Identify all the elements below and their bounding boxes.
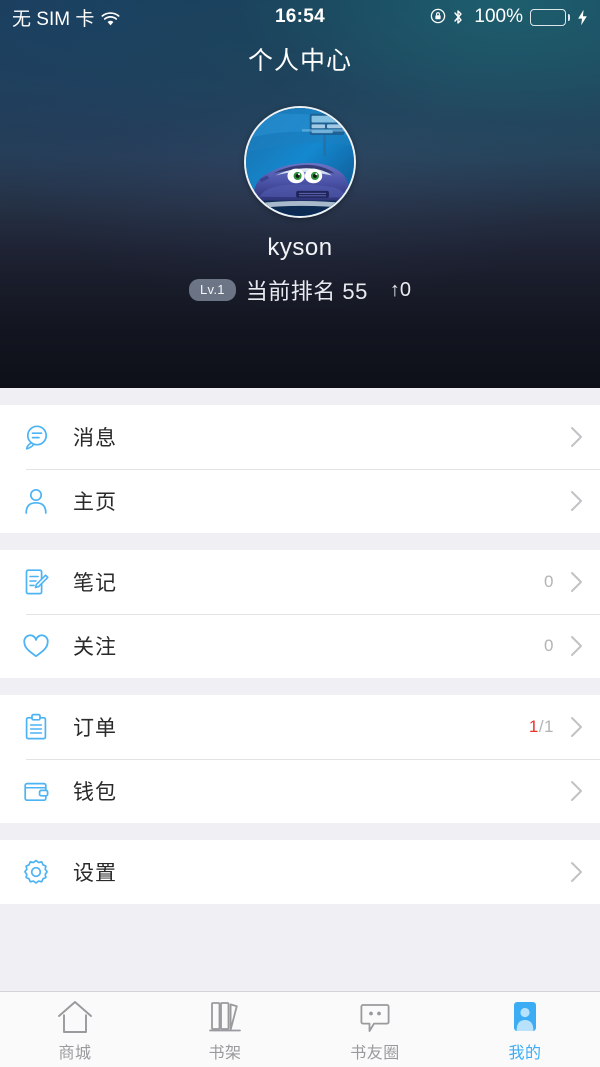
menu-item-homepage[interactable]: 主页 [0, 469, 600, 533]
note-edit-icon [14, 567, 58, 597]
menu-item-value: 0 [544, 636, 554, 655]
menu-item-label: 笔记 [73, 572, 117, 595]
bluetooth-icon [452, 8, 467, 26]
rank-label: 当前排名 55 [245, 279, 368, 304]
menu-item-settings[interactable]: 设置 [0, 840, 600, 904]
chevron-right-icon [570, 571, 583, 593]
profile-person-icon [505, 997, 545, 1035]
page-title: 个人中心 [247, 47, 352, 75]
rank-row: Lv.1 当前排名 55 ↑0 [0, 274, 600, 306]
status-bar: 无 SIM 卡 16:54 100% [0, 0, 600, 34]
menu-item-label: 关注 [73, 636, 117, 659]
menu-item-label: 主页 [73, 491, 117, 514]
menu-group-2: 笔记 0 关注 0 [0, 550, 600, 678]
rotation-lock-icon [430, 8, 446, 26]
menu-item-orders[interactable]: 订单 1/1 [0, 695, 600, 759]
chevron-right-icon [570, 426, 583, 448]
level-badge: Lv.1 [188, 279, 236, 301]
tab-label: 我的 [508, 1044, 542, 1062]
gear-icon [14, 857, 58, 887]
profile-header: 无 SIM 卡 16:54 100% 个人中心 kyson Lv.1 当前排名 … [0, 0, 600, 388]
menu-item-messages[interactable]: 消息 [0, 405, 600, 469]
menu-item-value: 1/1 [529, 717, 554, 737]
menu-item-following[interactable]: 关注 0 [0, 614, 600, 678]
carrier-label: 无 SIM 卡 [12, 8, 95, 30]
battery-percent-label: 100% [474, 6, 523, 27]
clipboard-icon [14, 712, 58, 742]
avatar-image [246, 108, 354, 216]
rank-delta-label: ↑0 [389, 278, 412, 301]
menu-item-value-highlight: 1 [528, 717, 539, 736]
status-bar-left: 无 SIM 卡 [12, 4, 120, 31]
menu-group-4: 设置 [0, 840, 600, 904]
chevron-right-icon [570, 635, 583, 657]
tab-label: 书友圈 [350, 1044, 400, 1062]
person-icon [14, 486, 58, 516]
chat-bubble-icon [355, 997, 395, 1035]
profile-block: kyson Lv.1 当前排名 55 ↑0 [0, 106, 600, 306]
menu-item-wallet[interactable]: 钱包 [0, 759, 600, 823]
tab-community[interactable]: 书友圈 [300, 992, 450, 1067]
username-label: kyson [267, 234, 333, 261]
menu-list: 消息 主页 笔记 0 关注 0 订单 1/1 钱包 设置 [0, 388, 600, 991]
chevron-right-icon [570, 716, 583, 738]
message-bubble-icon [14, 422, 58, 452]
tab-bar: 商城 书架 书友圈 我的 [0, 991, 600, 1067]
chevron-right-icon [570, 490, 583, 512]
menu-item-label: 钱包 [73, 781, 117, 804]
menu-item-label: 订单 [73, 717, 117, 740]
menu-item-value: 0 [544, 572, 554, 591]
menu-item-label: 设置 [73, 862, 117, 885]
menu-item-value-rest: /1 [538, 717, 554, 736]
tab-store[interactable]: 商城 [0, 992, 150, 1067]
tab-label: 书架 [208, 1044, 242, 1062]
bookshelf-icon [205, 997, 245, 1035]
avatar[interactable] [244, 106, 356, 218]
tab-bookshelf[interactable]: 书架 [150, 992, 300, 1067]
app-root: 无 SIM 卡 16:54 100% 个人中心 kyson Lv.1 当前排名 … [0, 0, 600, 1067]
wifi-icon [101, 11, 120, 26]
menu-item-notes[interactable]: 笔记 0 [0, 550, 600, 614]
tab-profile[interactable]: 我的 [450, 992, 600, 1067]
heart-icon [14, 631, 58, 661]
tab-label: 商城 [58, 1044, 92, 1062]
chevron-right-icon [570, 861, 583, 883]
charging-bolt-icon [577, 9, 588, 26]
menu-group-1: 消息 主页 [0, 405, 600, 533]
menu-group-3: 订单 1/1 钱包 [0, 695, 600, 823]
chevron-right-icon [570, 780, 583, 802]
status-bar-right: 100% [430, 6, 588, 28]
menu-item-label: 消息 [73, 427, 117, 450]
battery-full-icon [530, 8, 570, 26]
wallet-icon [14, 776, 58, 806]
home-icon [55, 997, 95, 1035]
